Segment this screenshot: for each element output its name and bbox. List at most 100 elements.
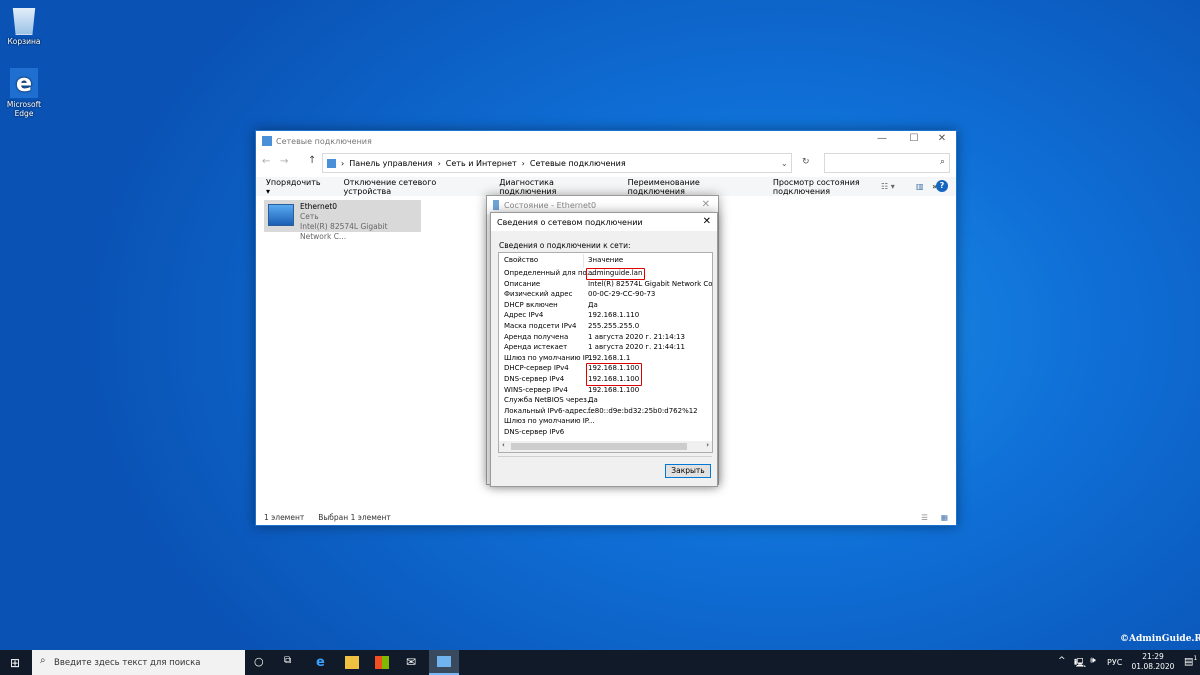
command-bar: Упорядочить ▾ Отключение сетевого устрой… <box>256 177 956 196</box>
notifications-icon[interactable]: ▤1 <box>1184 655 1197 667</box>
selected-count: Выбран 1 элемент <box>318 512 391 522</box>
scrollbar-thumb[interactable] <box>511 443 687 450</box>
detail-row[interactable]: Шлюз по умолчанию IP... <box>499 417 712 428</box>
breadcrumb-item[interactable]: Сетевые подключения <box>530 159 626 168</box>
property-name: Шлюз по умолчанию IP... <box>504 417 595 426</box>
show-hidden-icons-icon[interactable]: ^ <box>1058 656 1066 666</box>
details-dialog-titlebar: Сведения о сетевом подключении ✕ <box>491 213 717 231</box>
edge-icon: e <box>10 68 38 98</box>
close-dialog-button[interactable]: Закрыть <box>665 464 711 478</box>
property-name: Служба NetBIOS через... <box>504 396 594 405</box>
status-dialog-title: Состояние - Ethernet0 <box>504 200 597 210</box>
property-value: 1 августа 2020 г. 21:14:13 <box>588 332 685 341</box>
network-folder-icon <box>327 158 336 168</box>
highlight-box <box>586 268 646 280</box>
detail-row[interactable]: Физический адрес 00-0C-29-CC-90-73 <box>499 290 712 301</box>
up-button[interactable]: ↑ <box>308 155 316 166</box>
close-button[interactable]: ✕ <box>930 133 954 144</box>
diagnose-button[interactable]: Диагностика подключения <box>499 178 608 196</box>
close-button[interactable]: ✕ <box>703 216 711 227</box>
search-icon: ⌕ <box>939 157 945 167</box>
search-placeholder: Введите здесь текст для поиска <box>54 657 201 668</box>
store-icon[interactable] <box>375 656 389 669</box>
close-button[interactable]: ✕ <box>702 199 710 210</box>
detail-row[interactable]: Адрес IPv4 192.168.1.110 <box>499 311 712 322</box>
chevron-down-icon[interactable]: ⌄ <box>781 159 788 168</box>
property-value: 00-0C-29-CC-90-73 <box>588 290 656 299</box>
cortana-icon[interactable]: ○ <box>254 655 264 668</box>
edge-icon[interactable]: e <box>316 656 330 669</box>
file-explorer-icon[interactable] <box>345 656 359 669</box>
detail-row[interactable]: DNS-сервер IPv6 <box>499 428 712 439</box>
horizontal-scrollbar[interactable]: ‹ › <box>499 441 712 452</box>
task-view-icon[interactable]: ⧉ <box>284 655 291 666</box>
address-bar[interactable]: › Панель управления › Сеть и Интернет › Сет… <box>322 153 792 173</box>
scroll-left-arrow[interactable]: ‹ <box>502 441 505 449</box>
desktop-icon-edge[interactable]: e Microsoft Edge <box>0 68 48 118</box>
property-value: Да <box>588 396 598 405</box>
taskbar-network-connections[interactable] <box>429 650 459 675</box>
detail-row[interactable]: Локальный IPv6-адрес... fe80::d9e:bd32:25… <box>499 406 712 418</box>
organize-button[interactable]: Упорядочить ▾ <box>266 178 325 196</box>
clock-date: 01.08.2020 <box>1131 662 1175 671</box>
breadcrumb-item[interactable]: Сеть и Интернет <box>446 159 517 168</box>
mail-icon[interactable]: ✉ <box>406 656 420 669</box>
details-dialog: Сведения о сетевом подключении ✕ Сведени… <box>490 212 718 487</box>
detail-row[interactable]: DHCP включен Да <box>499 301 712 312</box>
details-list[interactable]: Свойство Значение Определенный для по...… <box>498 252 713 453</box>
property-value: 255.255.255.0 <box>588 322 640 330</box>
preview-pane-icon[interactable]: ▥ <box>916 182 924 191</box>
refresh-icon[interactable]: ↻ <box>802 157 810 167</box>
detail-row[interactable]: Описание Intel(R) 82574L Gigabit Network … <box>499 279 713 291</box>
back-button[interactable]: ← <box>262 156 270 167</box>
maximize-button[interactable]: ☐ <box>902 133 926 144</box>
property-name: Локальный IPv6-адрес... <box>504 406 594 415</box>
property-name: Физический адрес <box>504 290 573 299</box>
details-view-icon[interactable]: ☰ <box>921 513 928 522</box>
desktop-icon-label: Корзина <box>7 37 41 46</box>
detail-row[interactable]: WINS-сервер IPv4 192.168.1.100 <box>499 385 712 397</box>
tiles-view-icon[interactable]: ▦ <box>941 513 948 522</box>
network-tray-icon[interactable]: 🖳 <box>1074 656 1086 672</box>
details-dialog-title: Сведения о сетевом подключении <box>497 217 643 227</box>
recycle-bin-icon <box>12 8 36 35</box>
disable-device-button[interactable]: Отключение сетевого устройства <box>344 178 481 196</box>
help-icon[interactable]: ? <box>936 180 948 192</box>
detail-row[interactable]: Аренда получена 1 августа 2020 г. 21:14:1… <box>499 332 712 344</box>
scroll-right-arrow[interactable]: › <box>706 441 709 449</box>
detail-row[interactable]: Аренда истекает 1 августа 2020 г. 21:44:1… <box>499 343 712 354</box>
watermark: ©AdminGuide.Ru <box>1120 634 1200 644</box>
property-name: DNS-сервер IPv6 <box>504 428 565 436</box>
volume-icon[interactable]: 🕪 <box>1090 656 1096 666</box>
window-title: Сетевые подключения <box>276 136 372 146</box>
property-value: 192.168.1.110 <box>588 311 640 320</box>
column-header-property[interactable]: Свойство <box>504 256 538 264</box>
detail-row[interactable]: Служба NetBIOS через... Да <box>499 396 712 407</box>
property-value: Intel(R) 82574L Gigabit Network Connect <box>588 279 713 288</box>
desktop-icon-recycle-bin[interactable]: Корзина <box>0 5 48 46</box>
property-value: fe80::d9e:bd32:25b0:d762%12 <box>588 406 698 415</box>
search-input[interactable]: ⌕ <box>824 153 950 173</box>
list-header: Свойство Значение <box>499 254 712 268</box>
property-name: Шлюз по умолчанию IP... <box>504 353 595 362</box>
column-header-value[interactable]: Значение <box>588 256 623 264</box>
connection-adapter: Intel(R) 82574L Gigabit Network C... <box>300 222 388 241</box>
property-name: DHCP-сервер IPv4 <box>504 364 569 373</box>
minimize-button[interactable]: — <box>870 133 894 144</box>
forward-button[interactable]: → <box>280 156 288 167</box>
network-connections-icon <box>437 656 451 667</box>
property-value: 192.168.1.100 <box>588 385 640 394</box>
taskbar: ⊞ ⌕ Введите здесь текст для поиска ○ ⧉ e… <box>0 650 1200 675</box>
start-button[interactable]: ⊞ <box>10 656 20 670</box>
rename-button[interactable]: Переименование подключения <box>628 178 754 196</box>
breadcrumb-item[interactable]: Панель управления <box>349 159 432 168</box>
network-folder-icon <box>262 136 272 146</box>
view-options-icon[interactable]: ☷ ▾ <box>881 182 895 191</box>
property-name: Описание <box>504 279 541 288</box>
clock[interactable]: 21:29 01.08.2020 <box>1128 652 1178 672</box>
taskbar-search-input[interactable]: ⌕ Введите здесь текст для поиска <box>32 650 245 675</box>
language-indicator[interactable]: РУС <box>1107 658 1122 667</box>
connection-item-ethernet0[interactable]: Ethernet0 Сеть Intel(R) 82574L Gigabit N… <box>264 200 421 241</box>
property-name: Аренда получена <box>504 332 569 341</box>
detail-row[interactable]: Маска подсети IPv4 255.255.255.0 <box>499 322 712 333</box>
